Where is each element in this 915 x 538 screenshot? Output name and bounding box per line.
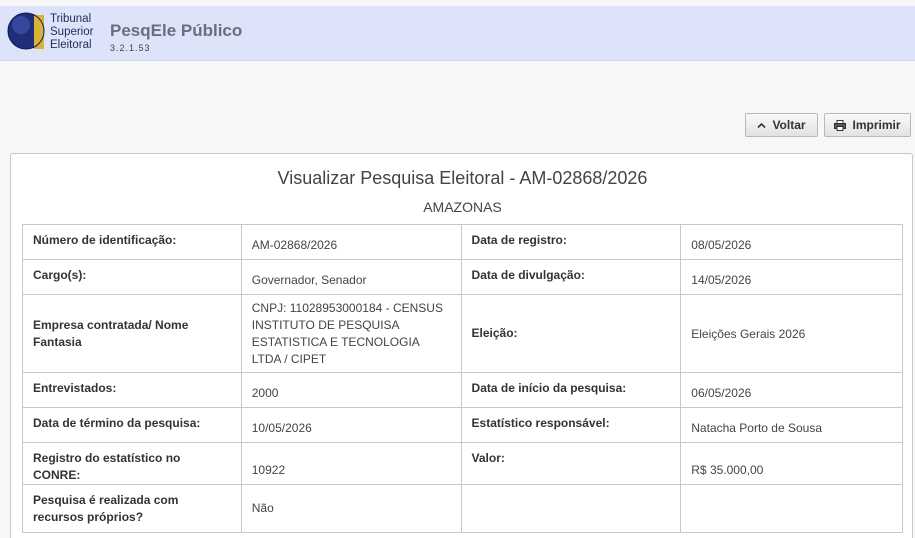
label-contracted-company: Empresa contratada/ Nome Fantasia xyxy=(22,294,242,373)
label-empty xyxy=(460,484,682,533)
value-election: Eleições Gerais 2026 xyxy=(680,294,903,373)
value-statistician: Natacha Porto de Sousa xyxy=(680,407,903,443)
value-identification-number: AM-02868/2026 xyxy=(240,224,462,260)
app-header: Tribunal Superior Eleitoral PesqEle Públ… xyxy=(0,6,915,61)
label-statistician: Estatístico responsável: xyxy=(460,407,682,443)
label-identification-number: Número de identificação: xyxy=(22,224,242,260)
page-title: Visualizar Pesquisa Eleitoral - AM-02868… xyxy=(277,168,648,188)
label-positions: Cargo(s): xyxy=(22,259,242,295)
back-button-label: Voltar xyxy=(772,118,806,132)
table-row: Pesquisa é realizada com recursos própri… xyxy=(22,484,903,533)
value-survey-end-date: 10/05/2026 xyxy=(240,407,462,443)
logo-line-3: Eleitoral xyxy=(50,39,92,51)
state-subtitle: AMAZONAS xyxy=(423,199,502,215)
survey-details-table: Número de identificação: AM-02868/2026 D… xyxy=(22,224,903,533)
label-survey-start-date: Data de início da pesquisa: xyxy=(460,372,682,408)
table-row: Registro do estatístico no CONRE: 10922 … xyxy=(22,442,903,485)
value-interviewees: 2000 xyxy=(240,372,462,408)
value-contracted-company: CNPJ: 11028953000184 - CENSUS INSTITUTO … xyxy=(240,294,462,373)
label-registration-date: Data de registro: xyxy=(460,224,682,260)
app-title: PesqEle Público xyxy=(110,21,243,40)
label-survey-end-date: Data de término da pesquisa: xyxy=(22,407,242,443)
value-own-resources: Não xyxy=(240,484,462,533)
value-positions: Governador, Senador xyxy=(240,259,462,295)
app-version: 3.2.1.53 xyxy=(110,43,151,53)
table-row: Empresa contratada/ Nome Fantasia CNPJ: … xyxy=(22,294,903,373)
table-row: Cargo(s): Governador, Senador Data de di… xyxy=(22,259,903,295)
label-interviewees: Entrevistados: xyxy=(22,372,242,408)
survey-panel: Visualizar Pesquisa Eleitoral - AM-02868… xyxy=(10,153,913,538)
print-button[interactable]: Imprimir xyxy=(824,113,911,137)
logo-line-2: Superior xyxy=(50,26,94,38)
print-button-label: Imprimir xyxy=(852,118,901,132)
label-election: Eleição: xyxy=(460,294,682,373)
value-amount: R$ 35.000,00 xyxy=(680,442,903,485)
label-own-resources: Pesquisa é realizada com recursos própri… xyxy=(22,484,242,533)
logo-line-1: Tribunal xyxy=(50,13,92,25)
value-survey-start-date: 06/05/2026 xyxy=(680,372,903,408)
value-registration-date: 08/05/2026 xyxy=(680,224,903,260)
table-row: Entrevistados: 2000 Data de início da pe… xyxy=(22,372,903,408)
value-empty xyxy=(680,484,903,533)
tse-logo xyxy=(7,12,45,50)
label-conre-registration: Registro do estatístico no CONRE: xyxy=(22,442,242,485)
printer-icon xyxy=(834,119,847,131)
chevron-up-icon xyxy=(757,122,767,128)
logo-text: Tribunal Superior Eleitoral xyxy=(50,13,93,52)
label-amount: Valor: xyxy=(460,442,682,485)
value-conre-registration: 10922 xyxy=(240,442,462,485)
table-row: Data de término da pesquisa: 10/05/2026 … xyxy=(22,407,903,443)
label-release-date: Data de divulgação: xyxy=(460,259,682,295)
table-row: Número de identificação: AM-02868/2026 D… xyxy=(22,224,903,260)
value-release-date: 14/05/2026 xyxy=(680,259,903,295)
back-button[interactable]: Voltar xyxy=(745,113,818,137)
